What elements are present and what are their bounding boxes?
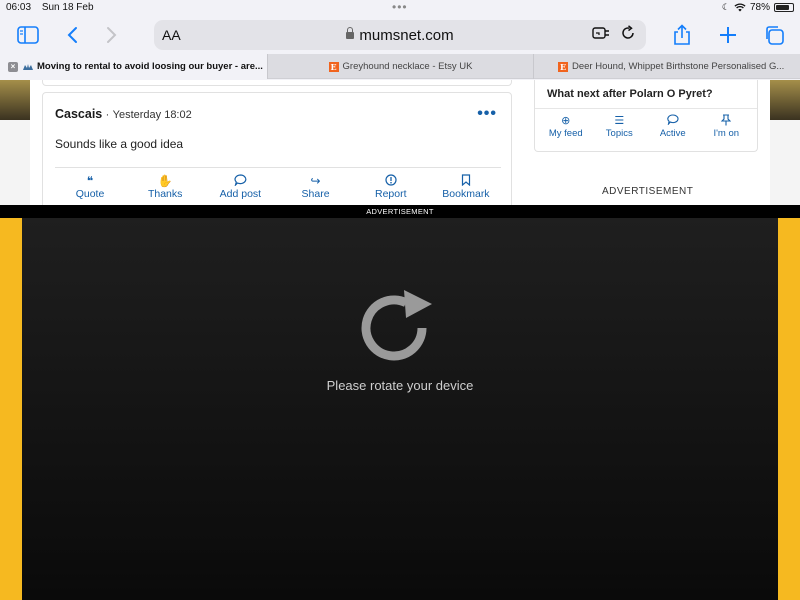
- side-ad-image[interactable]: [0, 80, 30, 120]
- previous-post-card: [42, 80, 512, 86]
- tab-title: Greyhound necklace - Etsy UK: [342, 61, 473, 72]
- share-button[interactable]: ↪ Share: [281, 174, 351, 200]
- tab-overview-icon[interactable]: [762, 22, 786, 48]
- post-separator: ·: [105, 109, 110, 121]
- alert-icon: [356, 174, 426, 188]
- quote-button[interactable]: ❝ Quote: [55, 174, 125, 200]
- feed-icon: ⊕: [561, 115, 571, 127]
- bookmark-icon: [431, 174, 501, 188]
- multitask-dots-icon[interactable]: •••: [392, 0, 408, 14]
- advertisement-label: ADVERTISEMENT: [602, 186, 694, 197]
- chat-icon: [647, 114, 699, 128]
- page-content: Cascais · Yesterday 18:02 ••• Sounds lik…: [30, 80, 770, 205]
- battery-percent: 78%: [749, 2, 770, 13]
- divider: [535, 108, 757, 109]
- pin-icon: [700, 114, 752, 128]
- speech-bubble-icon: [205, 174, 275, 188]
- reader-extension-icon[interactable]: [592, 25, 610, 41]
- share-icon[interactable]: [670, 22, 694, 48]
- more-options-icon[interactable]: •••: [477, 105, 497, 123]
- add-post-button[interactable]: Add post: [205, 174, 275, 200]
- sidebar-toggle-icon[interactable]: [16, 22, 40, 48]
- tab-mumsnet[interactable]: × Moving to rental to avoid loosing our …: [0, 54, 267, 79]
- etsy-favicon-icon: E: [328, 61, 339, 72]
- status-time: 06:03: [6, 2, 32, 13]
- thread-nav-panel: What next after Polarn O Pyret? ⊕ My fee…: [534, 80, 758, 152]
- quote-icon: ❝: [86, 174, 94, 188]
- nav-im-on[interactable]: I'm on: [700, 114, 752, 139]
- nav-my-feed[interactable]: ⊕ My feed: [540, 114, 592, 139]
- nav-topics[interactable]: ☰ Topics: [593, 114, 645, 139]
- thanks-button[interactable]: ✋ Thanks: [130, 174, 200, 200]
- moon-icon: ☾: [721, 2, 730, 12]
- tab-etsy-greyhound[interactable]: E Greyhound necklace - Etsy UK: [267, 54, 533, 79]
- web-page: Cascais · Yesterday 18:02 ••• Sounds lik…: [0, 80, 800, 205]
- ad-overlay[interactable]: ADVERTISEMENT Please rotate your device: [0, 205, 800, 600]
- post-timestamp: Yesterday 18:02: [112, 109, 192, 121]
- mumsnet-favicon-icon: [23, 63, 33, 70]
- nav-active[interactable]: Active: [647, 114, 699, 139]
- reload-icon[interactable]: [620, 25, 636, 41]
- wifi-icon: [734, 3, 746, 12]
- tab-title: Deer Hound, Whippet Birthstone Personali…: [572, 61, 785, 72]
- status-date: Sun 18 Feb: [41, 2, 94, 13]
- tab-bar: × Moving to rental to avoid loosing our …: [0, 54, 800, 79]
- battery-icon: [774, 3, 794, 12]
- status-bar: 06:03 Sun 18 Feb ••• ☾ 78%: [0, 0, 800, 16]
- report-button[interactable]: Report: [356, 174, 426, 200]
- post-actions: ❝ Quote ✋ Thanks Add post ↪ Share Report…: [55, 167, 501, 200]
- url-text: mumsnet.com: [359, 27, 454, 44]
- etsy-favicon-icon: E: [558, 61, 568, 72]
- ad-screen[interactable]: Please rotate your device: [22, 218, 778, 600]
- close-tab-icon[interactable]: ×: [8, 61, 18, 72]
- browser-toolbar: AA mumsnet.com: [0, 16, 800, 54]
- next-thread-link[interactable]: What next after Polarn O Pyret?: [547, 88, 713, 100]
- list-icon: ☰: [614, 115, 625, 127]
- tab-etsy-deerhound[interactable]: E Deer Hound, Whippet Birthstone Persona…: [533, 54, 800, 79]
- thanks-icon: ✋: [157, 174, 173, 188]
- address-bar[interactable]: AA mumsnet.com: [154, 20, 646, 50]
- back-chevron-icon[interactable]: [62, 22, 82, 48]
- side-ad-image[interactable]: [770, 80, 800, 120]
- tab-title: Moving to rental to avoid loosing our bu…: [37, 61, 263, 72]
- bookmark-button[interactable]: Bookmark: [431, 174, 501, 200]
- forward-chevron-icon[interactable]: [102, 22, 122, 48]
- forum-post: Cascais · Yesterday 18:02 ••• Sounds lik…: [42, 92, 512, 205]
- new-tab-plus-icon[interactable]: [716, 22, 740, 48]
- share-arrow-icon: ↪: [310, 174, 321, 188]
- post-author[interactable]: Cascais: [55, 107, 102, 121]
- rotate-message: Please rotate your device: [326, 378, 474, 393]
- ad-strip-label: ADVERTISEMENT: [0, 205, 800, 218]
- rotate-device-icon: [361, 290, 432, 361]
- lock-icon: [346, 27, 355, 39]
- post-body: Sounds like a good idea: [55, 137, 184, 151]
